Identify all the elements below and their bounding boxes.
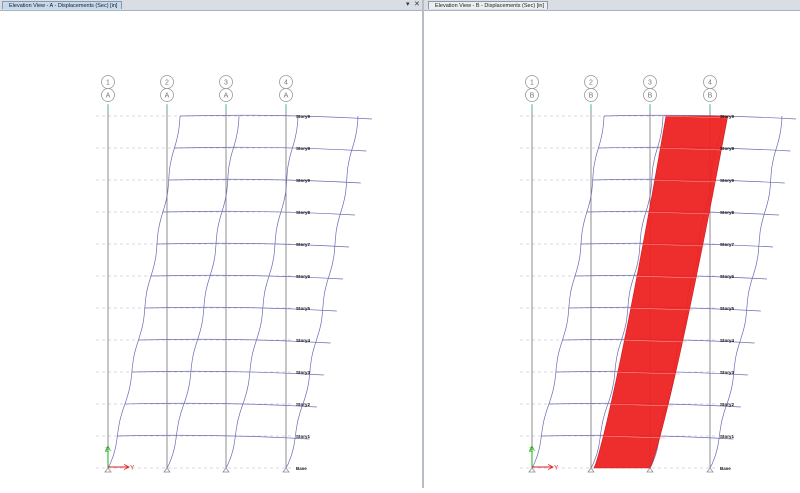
deformed-beam <box>162 210 355 216</box>
elevation-letter: A <box>284 93 289 100</box>
axis-y-label: Y <box>130 465 135 472</box>
elevation-letter: A <box>106 93 111 100</box>
support-icon <box>222 467 230 473</box>
story-label: Story5 <box>720 306 735 311</box>
support-icon <box>163 467 171 473</box>
story-label: Story9 <box>296 178 311 183</box>
story-label: Story3 <box>296 370 311 375</box>
right-elevation-view[interactable]: 1 B 2 B 3 B 4 B Story9 Story8 Story9 Story8 Story7 St… <box>424 11 800 488</box>
story-label: Story7 <box>720 242 735 247</box>
deformed-beam <box>179 114 373 120</box>
story-label: Story9 <box>720 114 735 119</box>
elevation-letter: B <box>648 93 653 100</box>
gridline-number: 3 <box>648 80 652 87</box>
axis-z-label: Z <box>529 447 533 454</box>
deformed-column <box>225 115 299 469</box>
story-label: Story5 <box>296 306 311 311</box>
selected-bay-highlight[interactable] <box>593 115 729 469</box>
tab-elevation-a[interactable]: Elevation View - A - Displacements (Sec)… <box>2 1 122 9</box>
support-icon <box>646 467 654 473</box>
deformed-beam <box>168 178 361 184</box>
elevation-letter: B <box>589 93 594 100</box>
story-label: Story4 <box>720 338 735 343</box>
support-icon <box>282 467 290 473</box>
story-label: Story1 <box>296 434 311 439</box>
story-label: Story8 <box>296 210 311 215</box>
gridline-number: 2 <box>589 80 593 87</box>
gridline-number: 4 <box>284 80 288 87</box>
story-label: Story1 <box>720 434 735 439</box>
deformed-column <box>285 115 359 469</box>
story-label: Story2 <box>296 402 311 407</box>
support-icon <box>528 467 536 473</box>
deformed-column <box>709 115 783 469</box>
deformed-beam <box>151 274 344 280</box>
story-label: Story9 <box>296 114 311 119</box>
story-label: Story4 <box>296 338 311 343</box>
elevation-letter: B <box>530 93 535 100</box>
story-label: Story7 <box>296 242 311 247</box>
deformed-beam <box>174 146 367 152</box>
axis-z-label: Z <box>105 447 109 454</box>
gridline-number: 4 <box>708 80 712 87</box>
story-label: Story2 <box>720 402 735 407</box>
story-label: Story9 <box>720 178 735 183</box>
story-label: Story3 <box>720 370 735 375</box>
deformed-column <box>166 115 240 469</box>
left-tab-bar: Elevation View - A - Displacements (Sec)… <box>0 0 422 11</box>
story-label: Story8 <box>720 210 735 215</box>
story-label: Story6 <box>296 274 311 279</box>
gridline-number: 2 <box>165 80 169 87</box>
close-icon[interactable]: ✕ <box>414 0 420 10</box>
gridline-number: 1 <box>530 80 534 87</box>
axis-y-label: Y <box>554 465 559 472</box>
support-icon <box>706 467 714 473</box>
right-tab-bar: Elevation View - B - Displacements (Sec)… <box>424 0 800 11</box>
deformed-column <box>531 115 605 469</box>
story-label: Base <box>720 466 731 471</box>
support-icon <box>104 467 112 473</box>
support-icon <box>587 467 595 473</box>
story-label: Story6 <box>720 274 735 279</box>
story-label: Story8 <box>296 146 311 151</box>
gridline-number: 3 <box>224 80 228 87</box>
elevation-b-canvas[interactable]: 1 B 2 B 3 B 4 B Story9 Story8 Story9 Story8 Story7 St… <box>424 11 800 488</box>
gridline-number: 1 <box>106 80 110 87</box>
story-label: Story8 <box>720 146 735 151</box>
deformed-column <box>107 115 181 469</box>
tab-elevation-b[interactable]: Elevation View - B - Displacements (Sec)… <box>428 1 548 9</box>
pin-dropdown-icon[interactable]: ▾ <box>406 0 410 10</box>
left-elevation-view[interactable]: 1 A 2 A 3 A 4 A Story9 Story8 Story9 Story8 Story7 St… <box>0 11 422 488</box>
elevation-a-canvas[interactable]: 1 A 2 A 3 A 4 A Story9 Story8 Story9 Story8 Story7 St… <box>0 11 422 488</box>
elevation-letter: A <box>165 93 170 100</box>
elevation-letter: A <box>224 93 229 100</box>
story-label: Base <box>296 466 307 471</box>
deformed-beam <box>157 242 350 248</box>
elevation-letter: B <box>708 93 713 100</box>
